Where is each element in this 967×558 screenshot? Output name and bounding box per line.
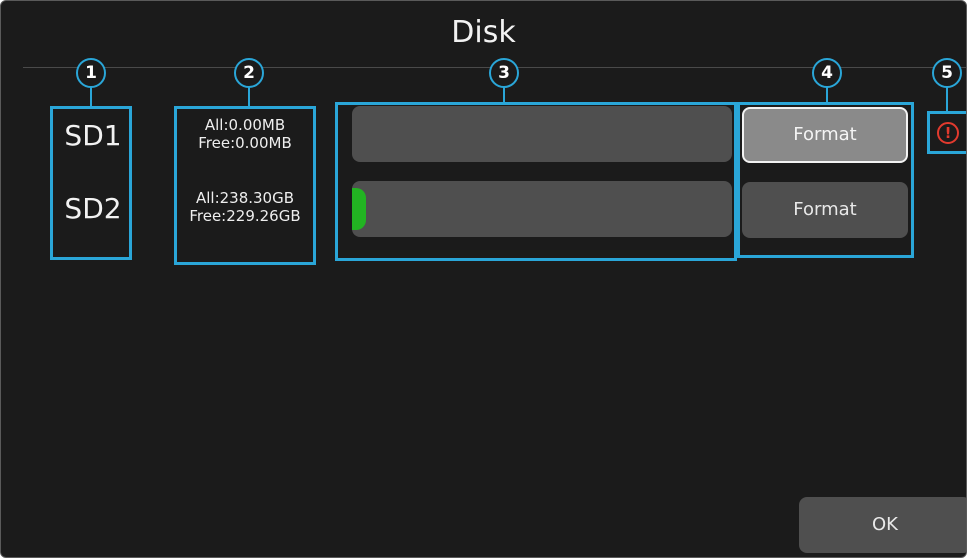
sd1-capacity-free: Free:0.00MB — [198, 134, 292, 152]
callout-5: 5 — [932, 58, 962, 88]
callout-4-line — [826, 87, 828, 103]
callout-3: 3 — [489, 58, 519, 88]
dialog-title: Disk — [451, 15, 516, 50]
disk-dialog: Disk 1 2 3 4 5 SD1 All:0.00MB Free:0.00M… — [0, 0, 967, 558]
sd2-usage-bar — [352, 181, 732, 237]
callout-3-line — [503, 87, 505, 103]
sd2-usage-fill — [352, 188, 367, 230]
warning-icon: ! — [937, 122, 959, 144]
sd2-capacity-all: All:238.30GB — [195, 189, 295, 207]
slot-name-sd1: SD1 — [64, 119, 122, 152]
callout-4: 4 — [812, 58, 842, 88]
format-button-sd1[interactable]: Format — [742, 107, 908, 163]
callout-2: 2 — [234, 58, 264, 88]
callout-1-line — [90, 87, 92, 107]
callout-2-line — [248, 87, 250, 107]
callout-5-line — [946, 87, 948, 112]
sd2-capacity-free: Free:229.26GB — [189, 207, 301, 225]
sd1-capacity-all: All:0.00MB — [204, 116, 286, 134]
slot-name-sd2: SD2 — [64, 192, 122, 225]
ok-button[interactable]: OK — [799, 497, 966, 553]
sd1-usage-bar — [352, 106, 732, 162]
callout-1: 1 — [76, 58, 106, 88]
format-button-sd2[interactable]: Format — [742, 182, 908, 238]
